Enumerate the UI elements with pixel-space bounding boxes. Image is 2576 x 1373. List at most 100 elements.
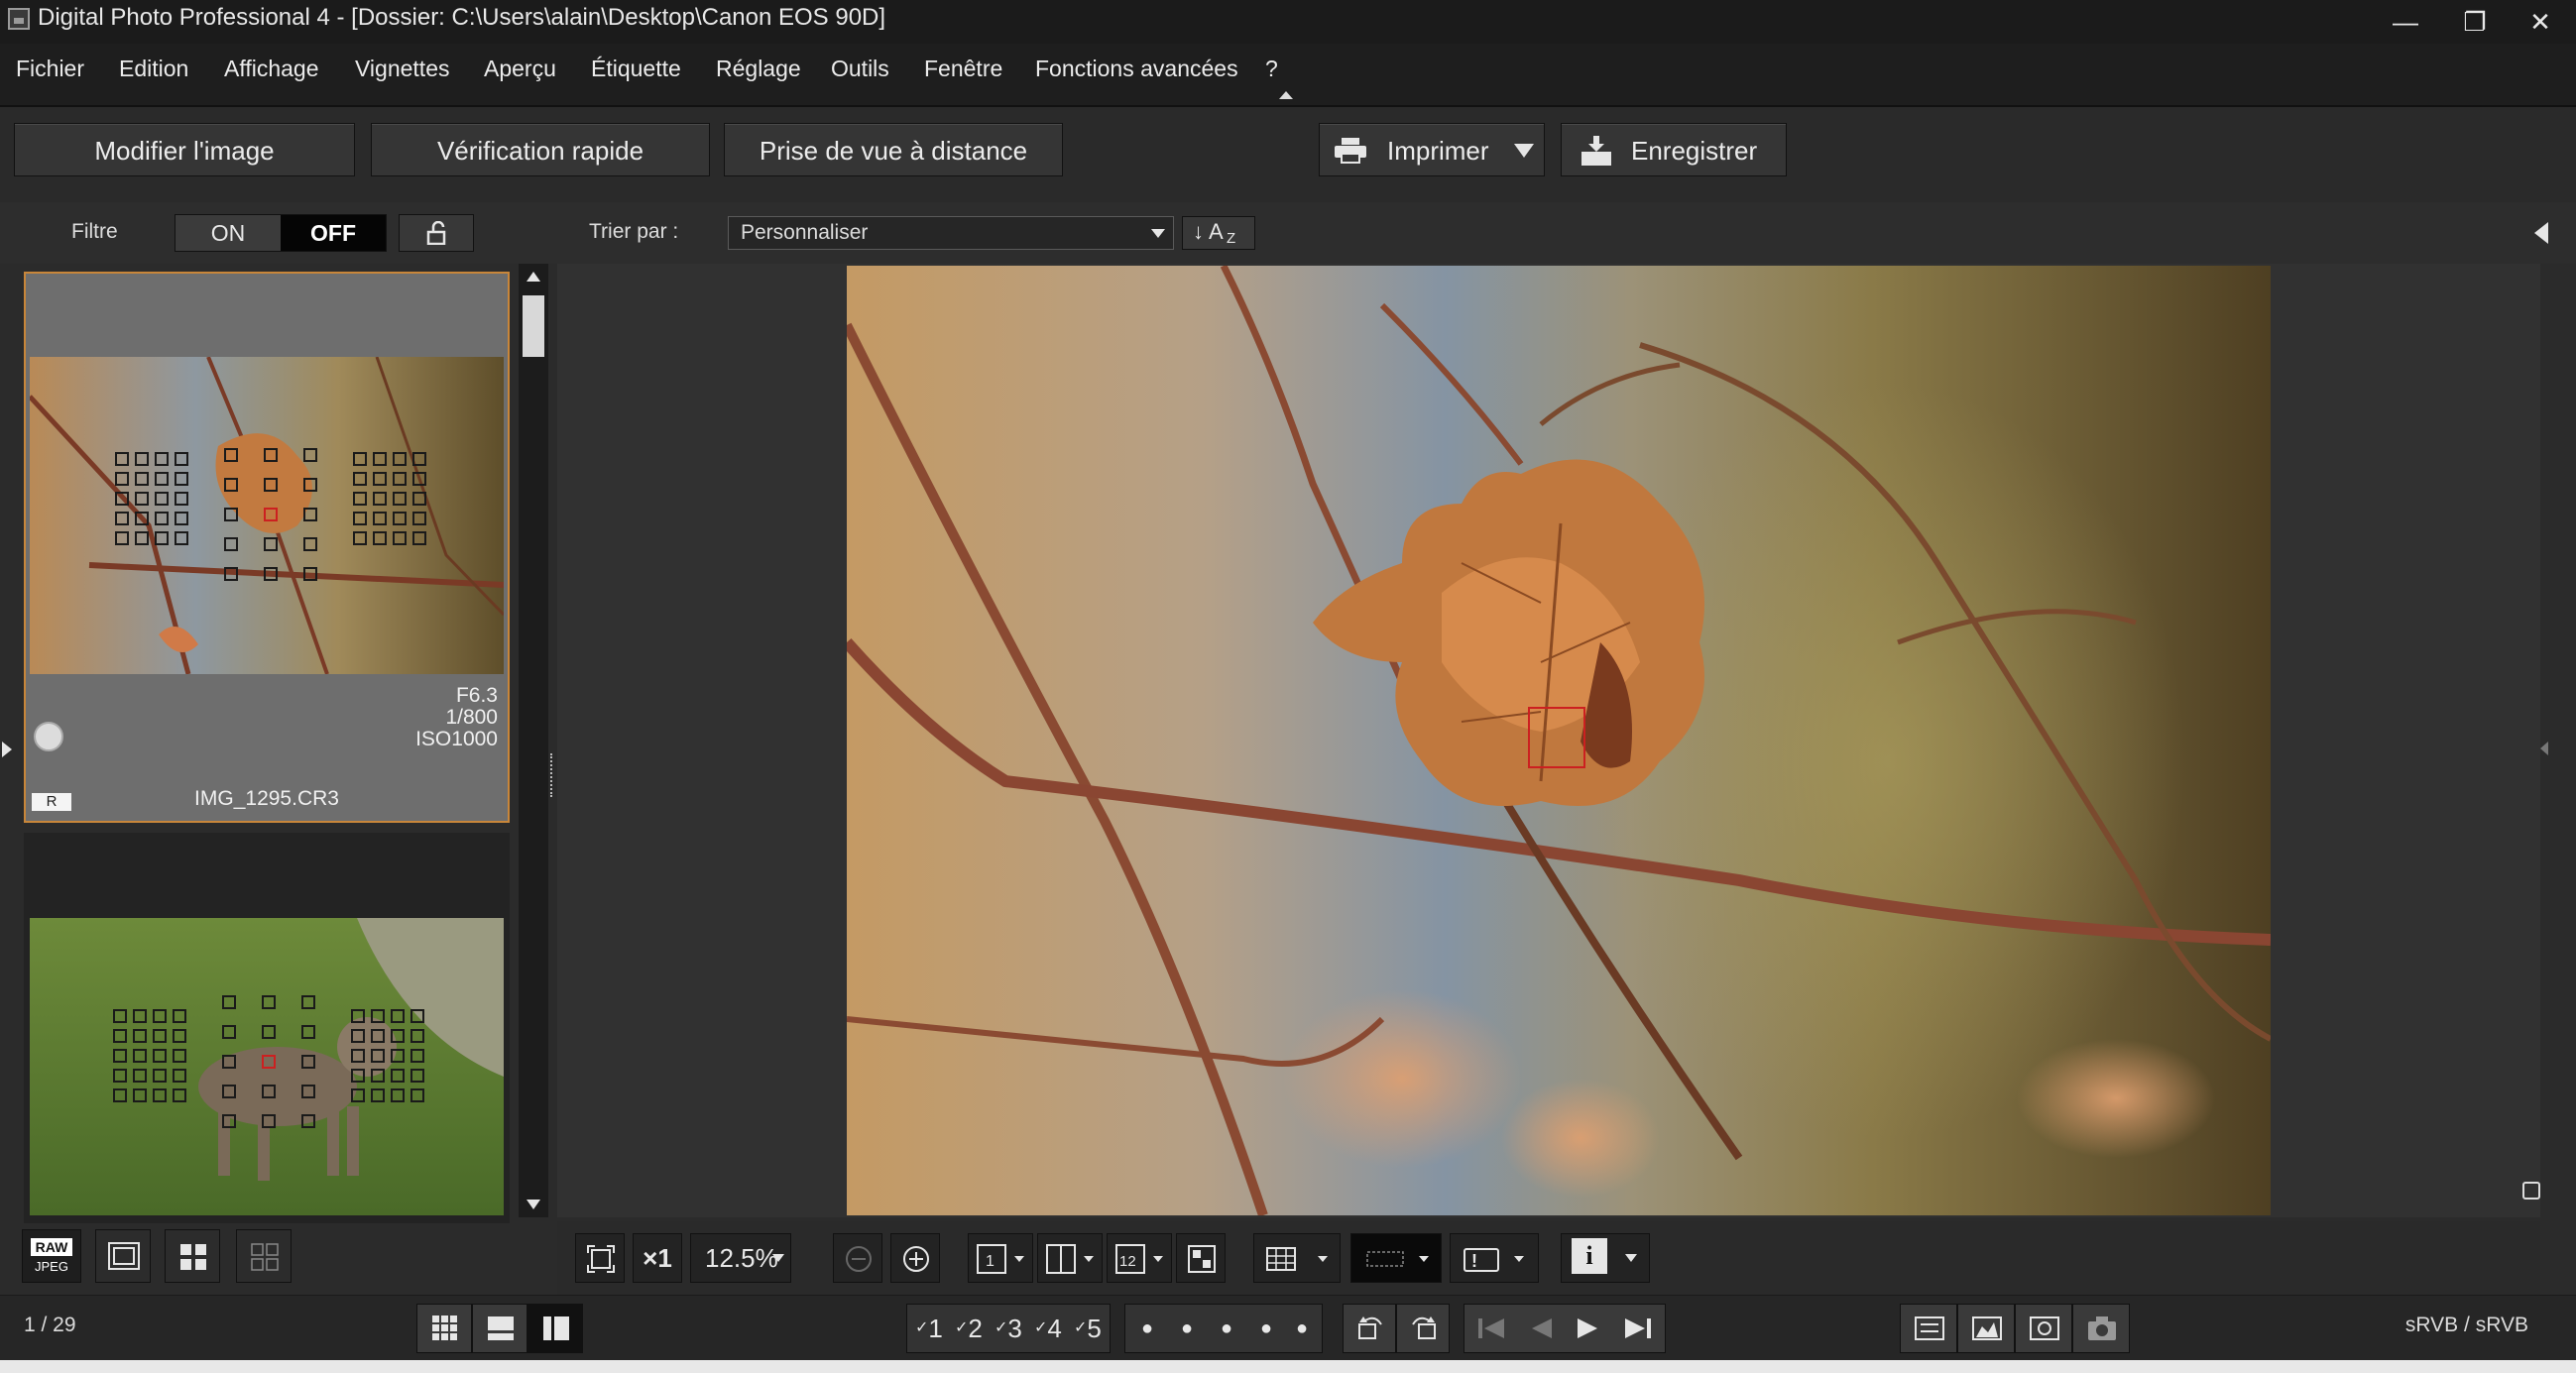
filter-lock-button[interactable] [399, 214, 474, 252]
compare-view-button[interactable] [1037, 1233, 1103, 1283]
camera-icon [2088, 1316, 2116, 1340]
split-view-button[interactable]: 12 [1107, 1233, 1172, 1283]
rating-3-button[interactable]: ✓3 [995, 1305, 1022, 1352]
menu-etiquette[interactable]: Étiquette [591, 56, 681, 82]
minimize-button[interactable]: — [2376, 0, 2435, 44]
menu-vignettes[interactable]: Vignettes [355, 56, 449, 82]
previous-image-icon[interactable] [1528, 1316, 1554, 1340]
menu-affichage[interactable]: Affichage [224, 56, 318, 82]
close-button[interactable]: ✕ [2511, 0, 2570, 44]
zoom-chevron-icon [772, 1254, 784, 1262]
collapse-right-panel-icon[interactable] [2534, 222, 2548, 244]
adjust-image-button[interactable] [1900, 1304, 1957, 1353]
thumbnail-grid-icon [432, 1316, 457, 1340]
thumbnail-aperture: F6.3 [455, 684, 498, 707]
color-space: sRVB / sRVB [2404, 1314, 2528, 1336]
edit-image-button[interactable]: Modifier l'image [14, 123, 355, 176]
menu-edition[interactable]: Edition [119, 56, 188, 82]
scroll-down-icon[interactable] [527, 1200, 540, 1209]
expand-left-panel-icon[interactable] [2, 742, 12, 757]
filter-on-button[interactable]: ON [176, 215, 281, 251]
thumbnail-shutter: 1/800 [445, 706, 498, 729]
star-1-dot[interactable]: ● [1141, 1305, 1153, 1352]
single-view-icon: 1 [977, 1244, 1024, 1274]
af-point-display-button[interactable] [1350, 1233, 1442, 1283]
grid-overlay-button[interactable] [1253, 1233, 1341, 1283]
fit-view-icon[interactable] [2522, 1182, 2540, 1200]
highlight-warning-icon: ! [1464, 1248, 1524, 1272]
single-view-button[interactable]: 1 [968, 1233, 1033, 1283]
zoom-100-button[interactable]: ×1 [633, 1233, 682, 1283]
sync-view-button[interactable] [1176, 1233, 1226, 1283]
zoom-out-button[interactable] [833, 1233, 882, 1283]
fit-to-window-button[interactable] [575, 1233, 625, 1283]
save-button[interactable]: Enregistrer [1561, 123, 1787, 176]
scrollbar-thumb[interactable] [523, 295, 544, 357]
print-button[interactable]: Imprimer [1319, 123, 1545, 176]
star-5-dot[interactable]: ● [1296, 1305, 1308, 1352]
zoom-in-button[interactable] [890, 1233, 940, 1283]
zoom-dropdown[interactable]: 12.5% [690, 1233, 791, 1283]
preview-image[interactable] [847, 266, 2271, 1215]
restore-button[interactable]: ❐ [2445, 0, 2505, 44]
expand-right-icon[interactable] [2540, 742, 2548, 755]
check-mark-icon[interactable] [34, 722, 63, 751]
thumbnail-scrollbar[interactable] [519, 264, 548, 1217]
filter-off-button[interactable]: OFF [281, 215, 386, 251]
grid-view-button[interactable] [165, 1229, 220, 1283]
rating-5-button[interactable]: ✓5 [1074, 1305, 1102, 1352]
view-toolbar: ×1 12.5% 1 12 ! i [557, 1221, 2540, 1295]
info-display-button[interactable]: i [1561, 1233, 1650, 1283]
filmstrip-icon [108, 1242, 140, 1270]
print-dropdown-icon[interactable] [1514, 144, 1534, 158]
jpeg-label: JPEG [35, 1259, 68, 1274]
quick-check-button[interactable]: Vérification rapide [371, 123, 710, 176]
menu-fichier[interactable]: Fichier [16, 56, 84, 82]
menu-fenetre[interactable]: Fenêtre [924, 56, 1002, 82]
multi-grid-view-button[interactable] [236, 1229, 292, 1283]
star-4-dot[interactable]: ● [1260, 1305, 1272, 1352]
sort-arrow-icon: ↓ [1193, 219, 1204, 244]
scroll-up-icon[interactable] [527, 272, 540, 282]
rating-2-button[interactable]: ✓2 [955, 1305, 983, 1352]
menu-outils[interactable]: Outils [831, 56, 889, 82]
sort-order-label: A [1209, 219, 1224, 244]
thumbnail-medium-button[interactable] [472, 1304, 527, 1353]
sort-order-button[interactable]: ↓ A Z [1182, 216, 1255, 250]
menu-help[interactable]: ? [1265, 56, 1278, 82]
first-image-icon[interactable] [1476, 1316, 1506, 1340]
last-image-icon[interactable] [1623, 1316, 1653, 1340]
menu-fonctions-avancees[interactable]: Fonctions avancées [1035, 56, 1238, 82]
thumbnail-detail-button[interactable] [527, 1304, 583, 1353]
raw-jpeg-toggle-button[interactable]: RAW JPEG [22, 1229, 81, 1283]
star-2-dot[interactable]: ● [1181, 1305, 1193, 1352]
star-3-dot[interactable]: ● [1221, 1305, 1232, 1352]
menu-reglage[interactable]: Réglage [716, 56, 801, 82]
remote-shooting-button[interactable]: Prise de vue à distance [724, 123, 1063, 176]
printer-icon [1335, 138, 1366, 164]
histogram-button[interactable] [1957, 1304, 2015, 1353]
filter-toggle[interactable]: ON OFF [175, 214, 387, 252]
sort-dropdown[interactable]: Personnaliser [728, 216, 1174, 250]
main-toolbar: Modifier l'image Vérification rapide Pri… [0, 107, 2576, 203]
sort-value: Personnaliser [741, 221, 869, 244]
navigator-button[interactable] [2015, 1304, 2072, 1353]
menu-apercu[interactable]: Aperçu [484, 56, 556, 82]
rotate-right-button[interactable] [1396, 1304, 1450, 1353]
rating-4-button[interactable]: ✓4 [1034, 1305, 1062, 1352]
collapse-toolbar-icon[interactable] [1279, 91, 1293, 99]
window-title: Digital Photo Professional 4 - [Dossier:… [38, 4, 886, 31]
thumbnail-card[interactable] [24, 833, 510, 1223]
rating-group: ✓1 ✓2 ✓3 ✓4 ✓5 [906, 1304, 1111, 1353]
next-image-icon[interactable] [1576, 1316, 1601, 1340]
shooting-info-button[interactable] [2072, 1304, 2130, 1353]
thumbnail-card-selected[interactable]: F6.3 1/800 ISO1000 R IMG_1295.CR3 [24, 272, 510, 823]
rotate-left-button[interactable] [1343, 1304, 1396, 1353]
rating-1-button[interactable]: ✓1 [915, 1305, 943, 1352]
thumbnail-panel: F6.3 1/800 ISO1000 R IMG_1295.CR3 [14, 264, 514, 1223]
filmstrip-view-button[interactable] [95, 1229, 151, 1283]
compare-view-icon [1046, 1244, 1094, 1274]
thumbnail-large-button[interactable] [416, 1304, 472, 1353]
preview-photo [847, 266, 2271, 1215]
highlight-warning-button[interactable]: ! [1450, 1233, 1539, 1283]
